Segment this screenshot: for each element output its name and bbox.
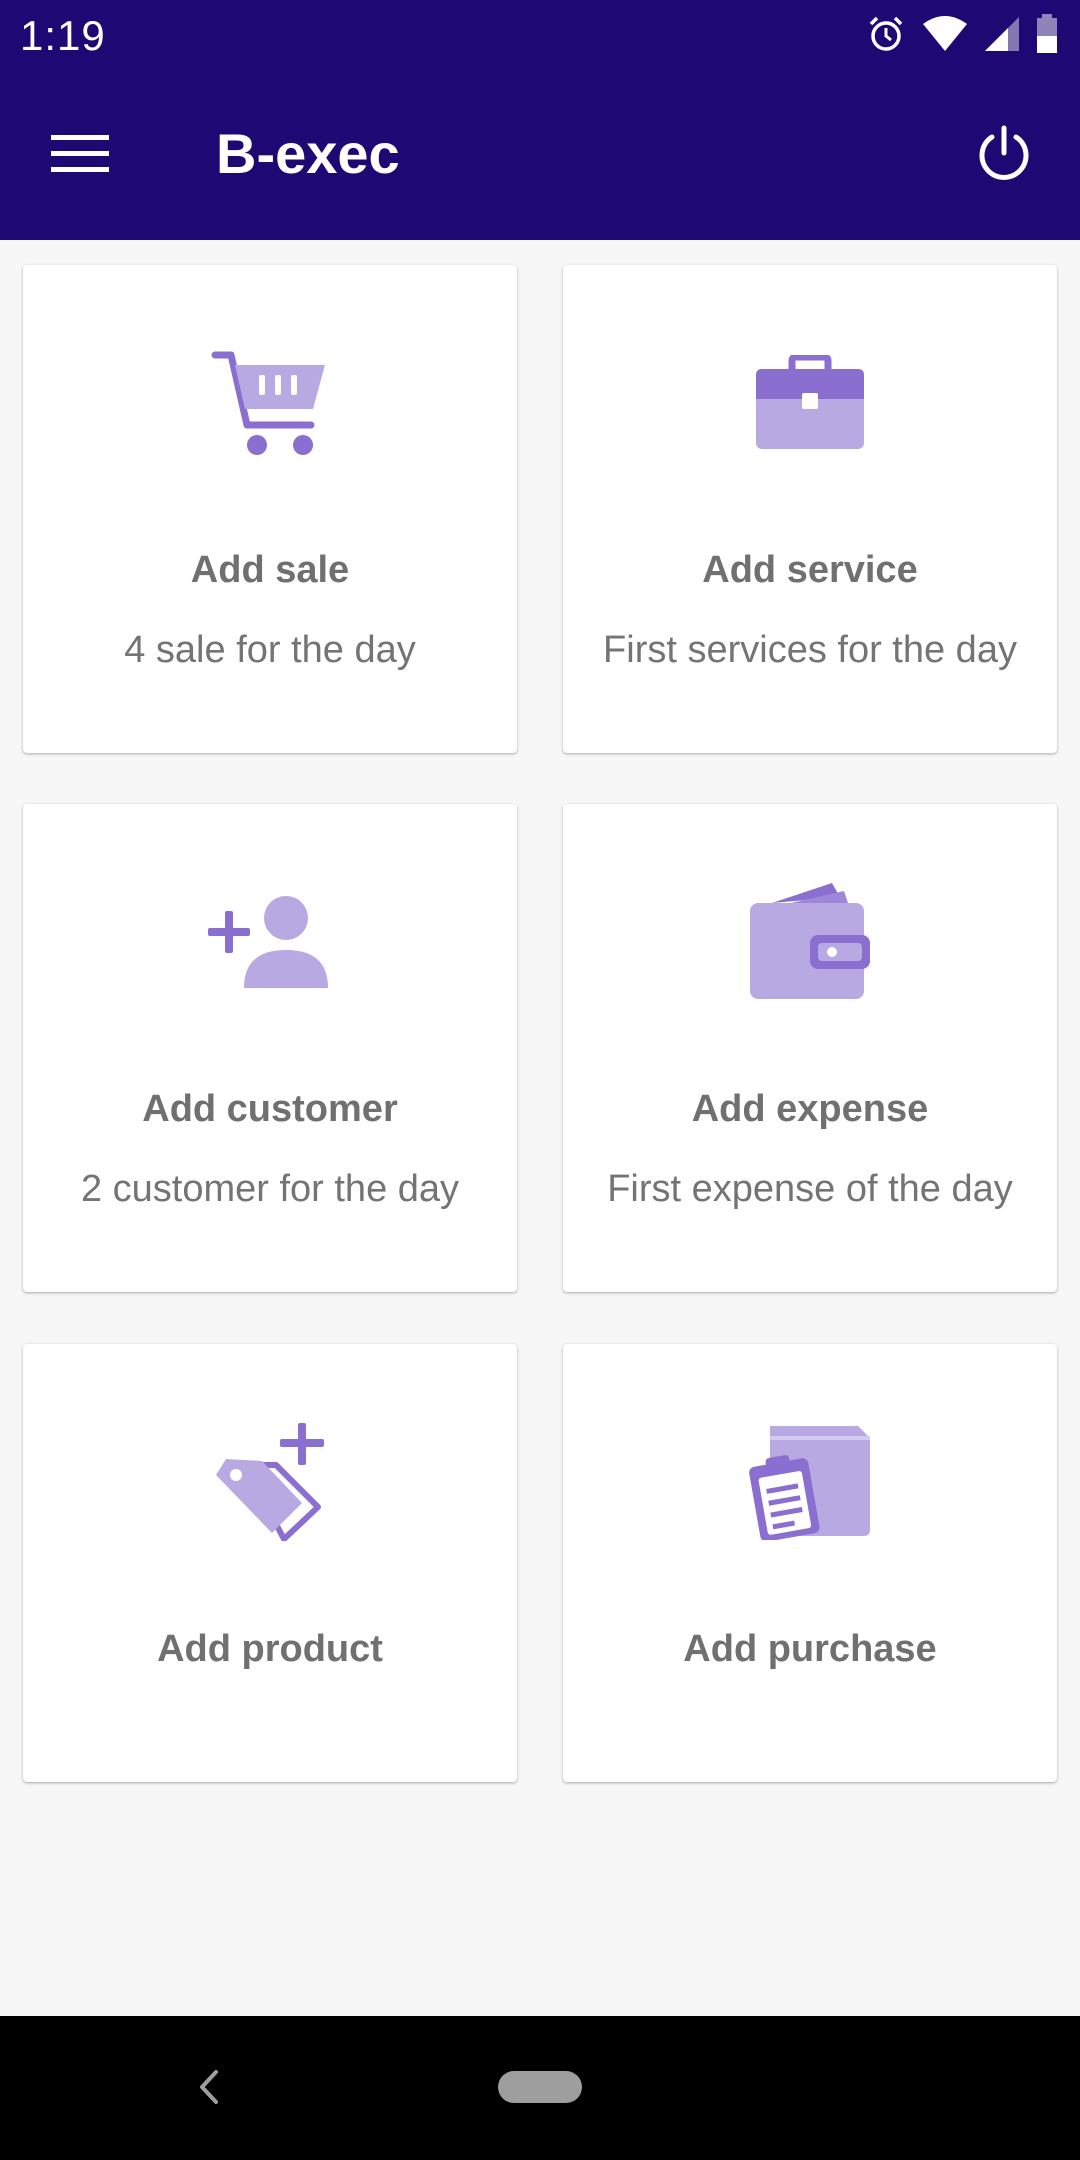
status-icons — [866, 13, 1058, 59]
card-title: Add product — [157, 1628, 383, 1670]
clipboard-box-icon — [748, 1424, 872, 1545]
card-title: Add purchase — [683, 1628, 937, 1670]
back-button[interactable] — [190, 2062, 230, 2112]
power-icon — [975, 125, 1033, 188]
card-title: Add customer — [142, 1088, 398, 1130]
system-nav-bar — [0, 2016, 1080, 2160]
add-customer-icon — [208, 894, 332, 995]
card-title: Add sale — [190, 549, 350, 591]
home-button[interactable] — [498, 2071, 582, 2103]
add-sale-card[interactable]: Add sale 4 sale for the day — [23, 265, 517, 753]
add-customer-card[interactable]: Add customer 2 customer for the day — [23, 804, 517, 1292]
app-title: B-exec — [216, 122, 400, 185]
card-title: Add service — [702, 549, 918, 591]
wallet-icon — [748, 882, 872, 1006]
cart-icon — [211, 347, 329, 464]
card-subtitle: 4 sale for the day — [124, 629, 416, 671]
card-subtitle: 2 customer for the day — [80, 1168, 460, 1210]
status-bar: 1:19 — [0, 0, 1080, 72]
app-bar: B-exec — [0, 72, 1080, 240]
card-subtitle: First expense of the day — [607, 1168, 1013, 1210]
alarm-icon — [866, 14, 906, 59]
back-icon — [190, 2070, 230, 2116]
briefcase-icon — [754, 353, 866, 456]
add-service-card[interactable]: Add service First services for the day — [563, 265, 1057, 753]
status-time: 1:19 — [20, 12, 106, 59]
add-expense-card[interactable]: Add expense First expense of the day — [563, 804, 1057, 1292]
menu-button[interactable] — [48, 124, 112, 188]
wifi-icon — [922, 15, 968, 57]
signal-icon — [984, 16, 1020, 57]
card-title: Add expense — [691, 1088, 929, 1130]
menu-icon — [51, 133, 109, 180]
battery-icon — [1036, 13, 1058, 59]
power-button[interactable] — [968, 120, 1040, 192]
card-subtitle: First services for the day — [603, 629, 1017, 671]
add-product-card[interactable]: Add product — [23, 1344, 517, 1782]
add-tag-icon — [214, 1422, 326, 1546]
add-purchase-card[interactable]: Add purchase — [563, 1344, 1057, 1782]
